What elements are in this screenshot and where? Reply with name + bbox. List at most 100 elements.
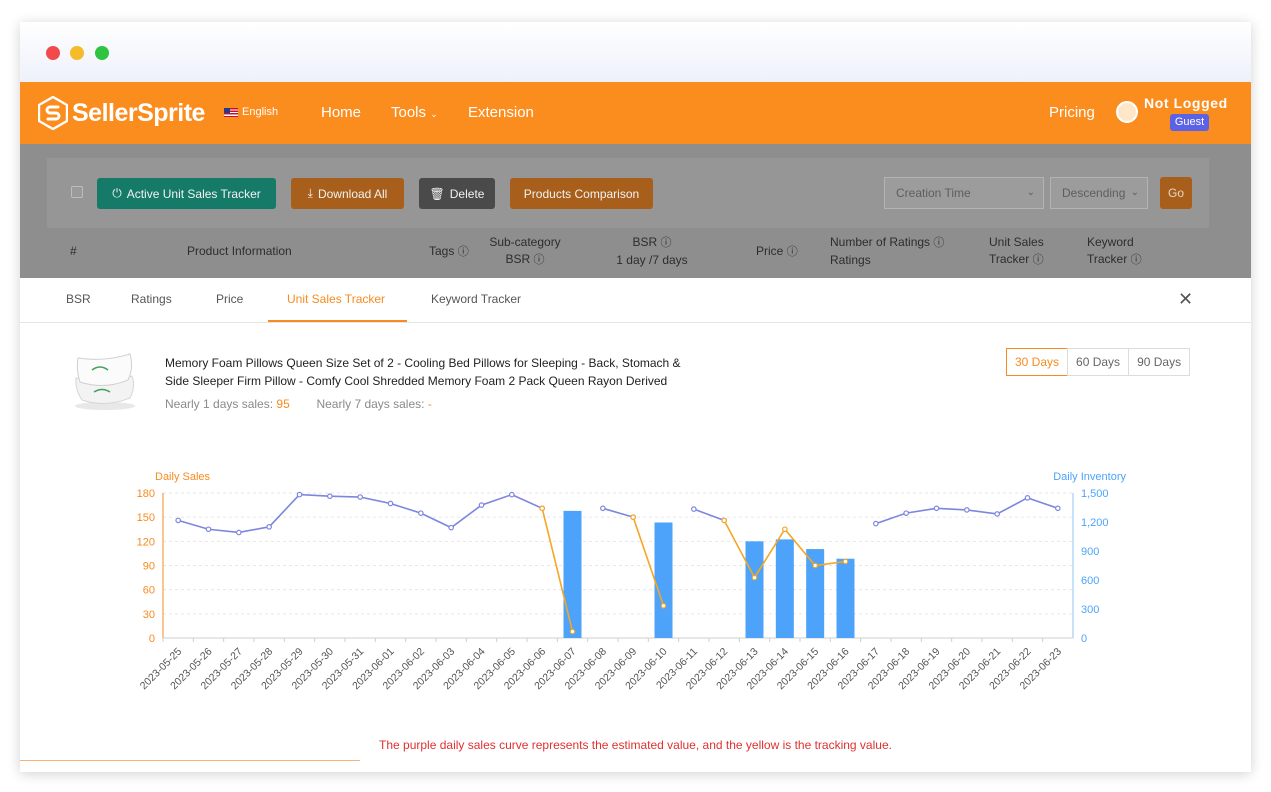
header-bsr-sub: 1 day /7 days bbox=[616, 253, 688, 267]
range-90-days[interactable]: 90 Days bbox=[1128, 348, 1191, 376]
products-comparison-button[interactable]: Products Comparison bbox=[510, 178, 653, 209]
header-keyword-tracker: Keyword Tracker ⓘ bbox=[1087, 234, 1142, 269]
inventory-bar bbox=[775, 539, 794, 638]
help-icon[interactable]: ⓘ bbox=[1131, 254, 1142, 266]
help-icon[interactable]: ⓘ bbox=[458, 246, 469, 258]
download-all-button[interactable]: ⤓ Download All bbox=[291, 178, 404, 209]
header-kt-sub: Tracker bbox=[1087, 252, 1128, 266]
day-range-toggle: 30 Days 60 Days 90 Days bbox=[1006, 348, 1191, 376]
product-title[interactable]: Memory Foam Pillows Queen Size Set of 2 … bbox=[165, 354, 725, 390]
close-window-button[interactable] bbox=[46, 46, 60, 60]
range-30-days[interactable]: 30 Days bbox=[1006, 348, 1069, 376]
modal-backdrop: ⏻ Active Unit Sales Tracker ⤓ Download A… bbox=[20, 144, 1251, 278]
tracked-sales-point bbox=[782, 526, 788, 533]
header-price: Price ⓘ bbox=[756, 243, 798, 261]
nav-home[interactable]: Home bbox=[321, 104, 361, 121]
bottom-divider bbox=[20, 760, 360, 761]
product-sales-summary: Nearly 1 days sales: 95 Nearly 7 days sa… bbox=[165, 397, 432, 411]
estimated-sales-point bbox=[509, 491, 515, 498]
help-icon[interactable]: ⓘ bbox=[933, 237, 944, 249]
estimated-sales-point bbox=[994, 511, 1000, 517]
user-avatar-icon[interactable] bbox=[1116, 101, 1138, 123]
sellersprite-logo[interactable]: SellerSprite bbox=[38, 95, 205, 131]
header-price-label: Price bbox=[756, 244, 784, 258]
nav-pricing[interactable]: Pricing bbox=[1049, 104, 1095, 121]
go-button[interactable]: Go bbox=[1160, 177, 1192, 209]
y-left-tick-label: 120 bbox=[137, 536, 155, 548]
y-right-tick-label: 900 bbox=[1081, 546, 1099, 558]
inventory-bar bbox=[745, 541, 764, 638]
help-icon[interactable]: ⓘ bbox=[1033, 254, 1044, 266]
y-right-tick-label: 600 bbox=[1081, 575, 1099, 587]
header-ratings-label: Number of Ratings bbox=[830, 235, 931, 249]
detail-tabs: BSR Ratings Price Unit Sales Tracker Key… bbox=[20, 278, 1251, 323]
trash-icon: 🗑 bbox=[429, 186, 445, 201]
header-bsr: BSR ⓘ 1 day /7 days bbox=[610, 234, 694, 269]
estimated-sales-point bbox=[691, 506, 697, 512]
estimated-sales-point bbox=[933, 505, 940, 512]
header-product-info: Product Information bbox=[187, 244, 292, 258]
sales-1d-value: 95 bbox=[276, 397, 290, 411]
header-bsr-label: BSR bbox=[632, 235, 658, 249]
help-icon[interactable]: ⓘ bbox=[787, 246, 798, 258]
sales-7d-label: Nearly 7 days sales: bbox=[316, 397, 425, 411]
tab-unit-sales-tracker[interactable]: Unit Sales Tracker bbox=[287, 292, 385, 306]
maximize-window-button[interactable] bbox=[95, 46, 109, 60]
estimated-sales-point bbox=[448, 524, 454, 531]
nav-extension[interactable]: Extension bbox=[468, 104, 534, 121]
close-icon[interactable]: ✕ bbox=[1178, 289, 1193, 310]
estimated-sales-point bbox=[266, 524, 272, 530]
y-left-tick-label: 0 bbox=[149, 633, 155, 645]
header-tags-label: Tags bbox=[429, 244, 455, 258]
estimated-sales-point bbox=[205, 526, 212, 533]
y-right-tick-label: 0 bbox=[1081, 633, 1087, 645]
sort-order-value: Descending bbox=[1062, 186, 1126, 200]
active-tab-indicator bbox=[268, 320, 407, 322]
active-tracker-label: Active Unit Sales Tracker bbox=[126, 186, 261, 201]
inventory-bar bbox=[836, 558, 855, 638]
estimated-sales-line bbox=[693, 508, 725, 522]
estimated-sales-point bbox=[600, 505, 606, 512]
estimated-sales-point bbox=[964, 507, 970, 513]
tab-bsr[interactable]: BSR bbox=[66, 292, 91, 306]
header-subcategory: Sub-category BSR ⓘ bbox=[487, 234, 563, 269]
minimize-window-button[interactable] bbox=[70, 46, 84, 60]
inventory-bar bbox=[654, 522, 673, 638]
estimated-sales-point bbox=[296, 491, 303, 498]
inventory-bar bbox=[563, 510, 582, 638]
logo-hexagon-icon bbox=[38, 96, 68, 130]
header-subcategory-sub: BSR bbox=[505, 252, 531, 266]
tracked-sales-point bbox=[721, 517, 727, 524]
login-status[interactable]: Not Logged bbox=[1144, 95, 1228, 111]
inventory-bar bbox=[806, 549, 825, 638]
header-tags: Tags ⓘ bbox=[429, 243, 469, 261]
tracked-sales-point bbox=[660, 602, 667, 609]
active-tracker-button[interactable]: ⏻ Active Unit Sales Tracker bbox=[97, 178, 276, 209]
sort-field-select[interactable]: Creation Time ⌄ bbox=[884, 177, 1044, 209]
estimated-sales-point bbox=[903, 510, 909, 516]
right-axis-label: Daily Inventory bbox=[1053, 471, 1126, 483]
top-navigation: SellerSprite English Home Tools ⌄ Extens… bbox=[20, 82, 1251, 144]
tab-price[interactable]: Price bbox=[216, 292, 243, 306]
header-ratings: Number of Ratings ⓘ Ratings bbox=[830, 234, 944, 269]
y-left-tick-label: 150 bbox=[137, 512, 155, 524]
tracked-sales-point bbox=[812, 562, 818, 569]
delete-button[interactable]: 🗑 Delete bbox=[419, 178, 495, 209]
select-all-checkbox[interactable] bbox=[71, 186, 83, 198]
tab-keyword-tracker[interactable]: Keyword Tracker bbox=[431, 292, 521, 306]
us-flag-icon bbox=[224, 107, 238, 117]
language-selector[interactable]: English bbox=[224, 106, 278, 118]
range-60-days[interactable]: 60 Days bbox=[1067, 348, 1130, 376]
header-unit-sales-tracker: Unit Sales Tracker ⓘ bbox=[989, 234, 1044, 269]
products-comparison-label: Products Comparison bbox=[523, 186, 640, 201]
help-icon[interactable]: ⓘ bbox=[661, 237, 672, 249]
window-titlebar bbox=[20, 22, 1251, 82]
tab-ratings[interactable]: Ratings bbox=[131, 292, 172, 306]
estimated-sales-point bbox=[236, 529, 242, 536]
chevron-down-icon: ⌄ bbox=[430, 109, 438, 119]
header-ust-sub: Tracker bbox=[989, 252, 1030, 266]
nav-tools[interactable]: Tools ⌄ bbox=[391, 104, 438, 121]
help-icon[interactable]: ⓘ bbox=[534, 254, 545, 266]
sort-order-select[interactable]: Descending ⌄ bbox=[1050, 177, 1148, 209]
estimated-sales-point bbox=[387, 500, 394, 507]
